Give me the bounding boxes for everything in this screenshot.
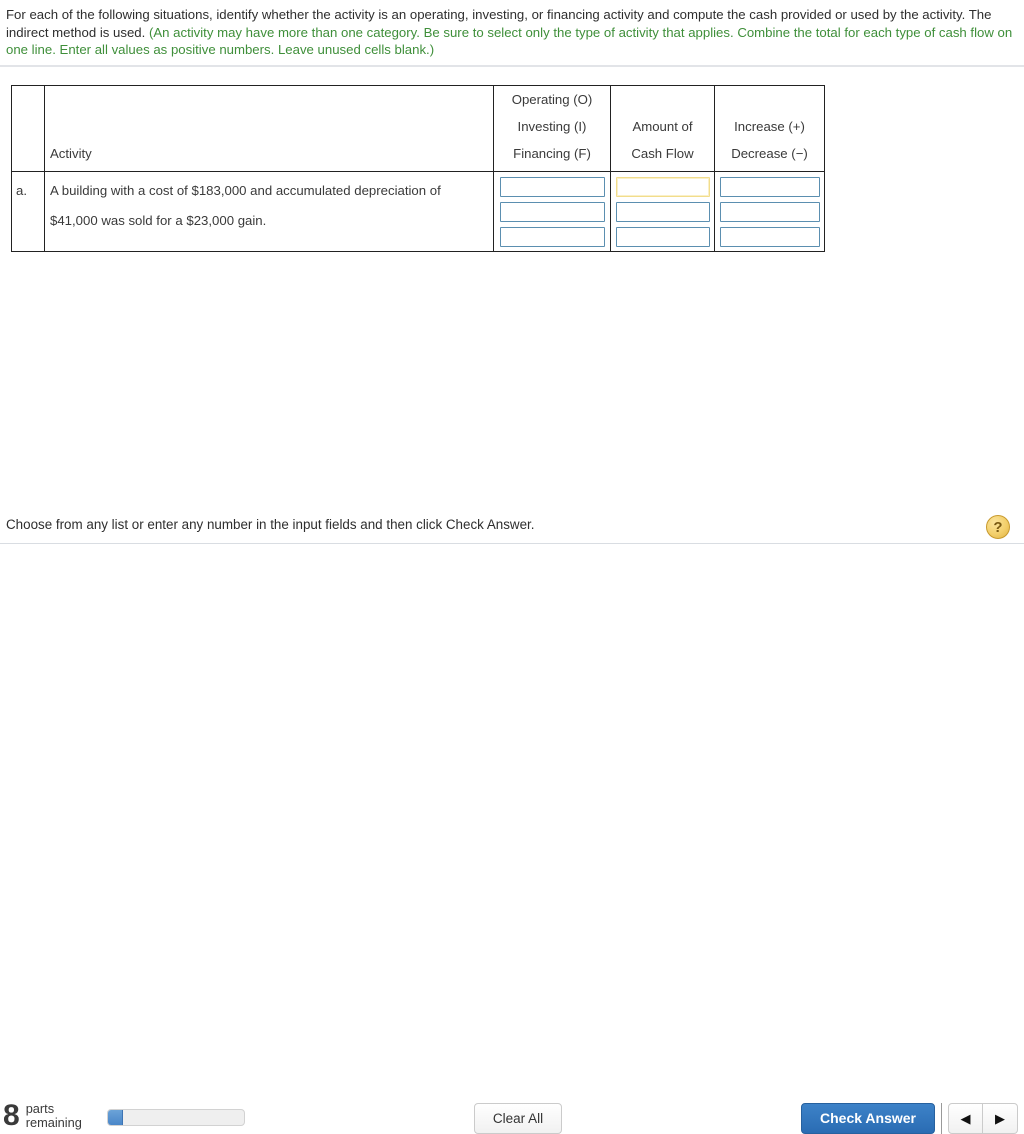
table-body: a. A building with a cost of $183,000 an… [11, 171, 825, 252]
instruction-paragraph: For each of the following situations, id… [6, 6, 1014, 59]
previous-part-button[interactable]: ◀ [948, 1103, 983, 1134]
row-letter-label: a. [16, 183, 27, 198]
parts-remaining-indicator: 8 parts remaining [3, 1100, 82, 1132]
parts-label-line2: remaining [25, 1115, 82, 1130]
sign-input-2[interactable] [719, 202, 820, 222]
header-amount-line2: Cash Flow [631, 146, 694, 161]
bottom-hint-bar: Choose from any list or enter any number… [0, 508, 1024, 543]
instruction-hint-text: (An activity may have more than one cate… [6, 24, 1013, 58]
table-row: a. A building with a cost of $183,000 an… [11, 171, 825, 252]
classification-input-1[interactable] [499, 177, 605, 197]
nav-separator [941, 1103, 942, 1134]
sign-input-3[interactable] [719, 227, 820, 247]
row-sign-cell [714, 171, 825, 252]
progress-bar [107, 1109, 245, 1126]
parts-remaining-label: parts remaining [26, 1102, 82, 1130]
top-divider [0, 65, 1024, 67]
header-cell-amount: Amount of Cash Flow [610, 85, 715, 172]
right-arrow-icon: ▶ [995, 1111, 1005, 1126]
left-arrow-icon: ◀ [960, 1111, 971, 1126]
help-icon[interactable]: ? [986, 515, 1010, 539]
clear-all-button[interactable]: Clear All [474, 1103, 562, 1134]
header-classification-line2: Investing (I) [517, 119, 587, 134]
header-classification-line1: Operating (O) [511, 92, 593, 107]
sign-input-1[interactable] [719, 177, 820, 197]
amount-input-1[interactable] [615, 177, 710, 197]
bottom-hint-text: Choose from any list or enter any number… [6, 517, 535, 532]
header-activity-label: Activity [50, 146, 92, 161]
parts-label-line1: parts [25, 1101, 55, 1116]
parts-remaining-count: 8 [3, 1099, 20, 1132]
header-amount-line1: Amount of [632, 119, 693, 134]
row-amount-cell [610, 171, 715, 252]
amount-input-3[interactable] [615, 227, 710, 247]
toolbar: 8 parts remaining Clear All Check Answer… [0, 544, 1024, 1134]
header-cell-letter [11, 85, 45, 172]
table-header-row: Activity Operating (O) Investing (I) Fin… [11, 85, 825, 172]
header-classification-line3: Financing (F) [513, 146, 591, 161]
classification-input-2[interactable] [499, 202, 605, 222]
row-classification-cell [493, 171, 611, 252]
table-head: Activity Operating (O) Investing (I) Fin… [11, 85, 825, 172]
header-cell-activity: Activity [44, 85, 494, 172]
row-letter-cell: a. [11, 171, 45, 252]
header-sign-line1: Increase (+) [734, 119, 805, 134]
row-activity-cell: A building with a cost of $183,000 and a… [44, 171, 494, 252]
amount-input-2[interactable] [615, 202, 710, 222]
header-sign-line2: Decrease (−) [731, 146, 808, 161]
instruction-block: For each of the following situations, id… [0, 0, 1024, 59]
classification-input-3[interactable] [499, 227, 605, 247]
check-answer-button[interactable]: Check Answer [801, 1103, 935, 1134]
header-cell-classification: Operating (O) Investing (I) Financing (F… [493, 85, 611, 172]
header-cell-sign: Increase (+) Decrease (−) [714, 85, 825, 172]
next-part-button[interactable]: ▶ [983, 1103, 1018, 1134]
exercise-table: Activity Operating (O) Investing (I) Fin… [11, 85, 825, 252]
row-activity-line1: A building with a cost of $183,000 and a… [50, 183, 441, 198]
progress-bar-fill [108, 1110, 123, 1125]
row-activity-line2: $41,000 was sold for a $23,000 gain. [50, 212, 267, 228]
